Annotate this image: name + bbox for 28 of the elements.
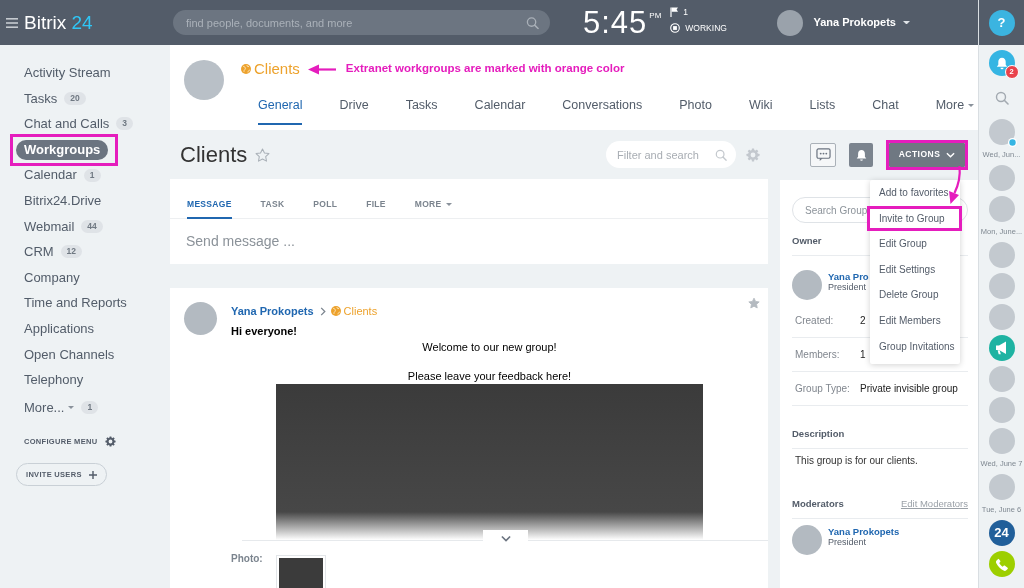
- field-value: 2: [860, 314, 866, 328]
- count-badge: 44: [81, 219, 103, 233]
- attachment-label: Photo:: [231, 553, 264, 565]
- section-title: Owner: [792, 235, 822, 247]
- count-badge: 20: [64, 91, 86, 105]
- field-value: Private invisible group: [860, 382, 958, 396]
- section-title: Moderators: [792, 498, 844, 510]
- count-badge: 3: [116, 117, 133, 131]
- post-text: Welcome to our new group!: [422, 340, 557, 354]
- field-label: Members:: [795, 348, 841, 362]
- field-value: 1: [860, 348, 866, 362]
- annotation-text: Extranet workgroups are marked with orange color: [345, 61, 625, 77]
- page-title: Clients: [180, 141, 248, 169]
- post-title: Hi everyone!: [231, 324, 298, 338]
- flag-count: 1: [683, 7, 689, 17]
- count-badge: 1: [83, 168, 101, 182]
- field-label: Group Type:: [795, 382, 851, 396]
- person-role: President: [828, 282, 867, 293]
- post-text: Please leave your feedback here!: [407, 369, 572, 383]
- person-role: President: [828, 537, 867, 548]
- clock-period: PM: [649, 10, 662, 22]
- section-title: Description: [792, 428, 845, 440]
- description-text: This group is for our clients.: [794, 455, 919, 467]
- count-badge: 12: [60, 245, 83, 259]
- count-badge: 1: [81, 401, 99, 414]
- clock-time: 5:45: [583, 7, 648, 38]
- field-label: Created:: [795, 314, 835, 328]
- group-name: Clients: [254, 58, 300, 79]
